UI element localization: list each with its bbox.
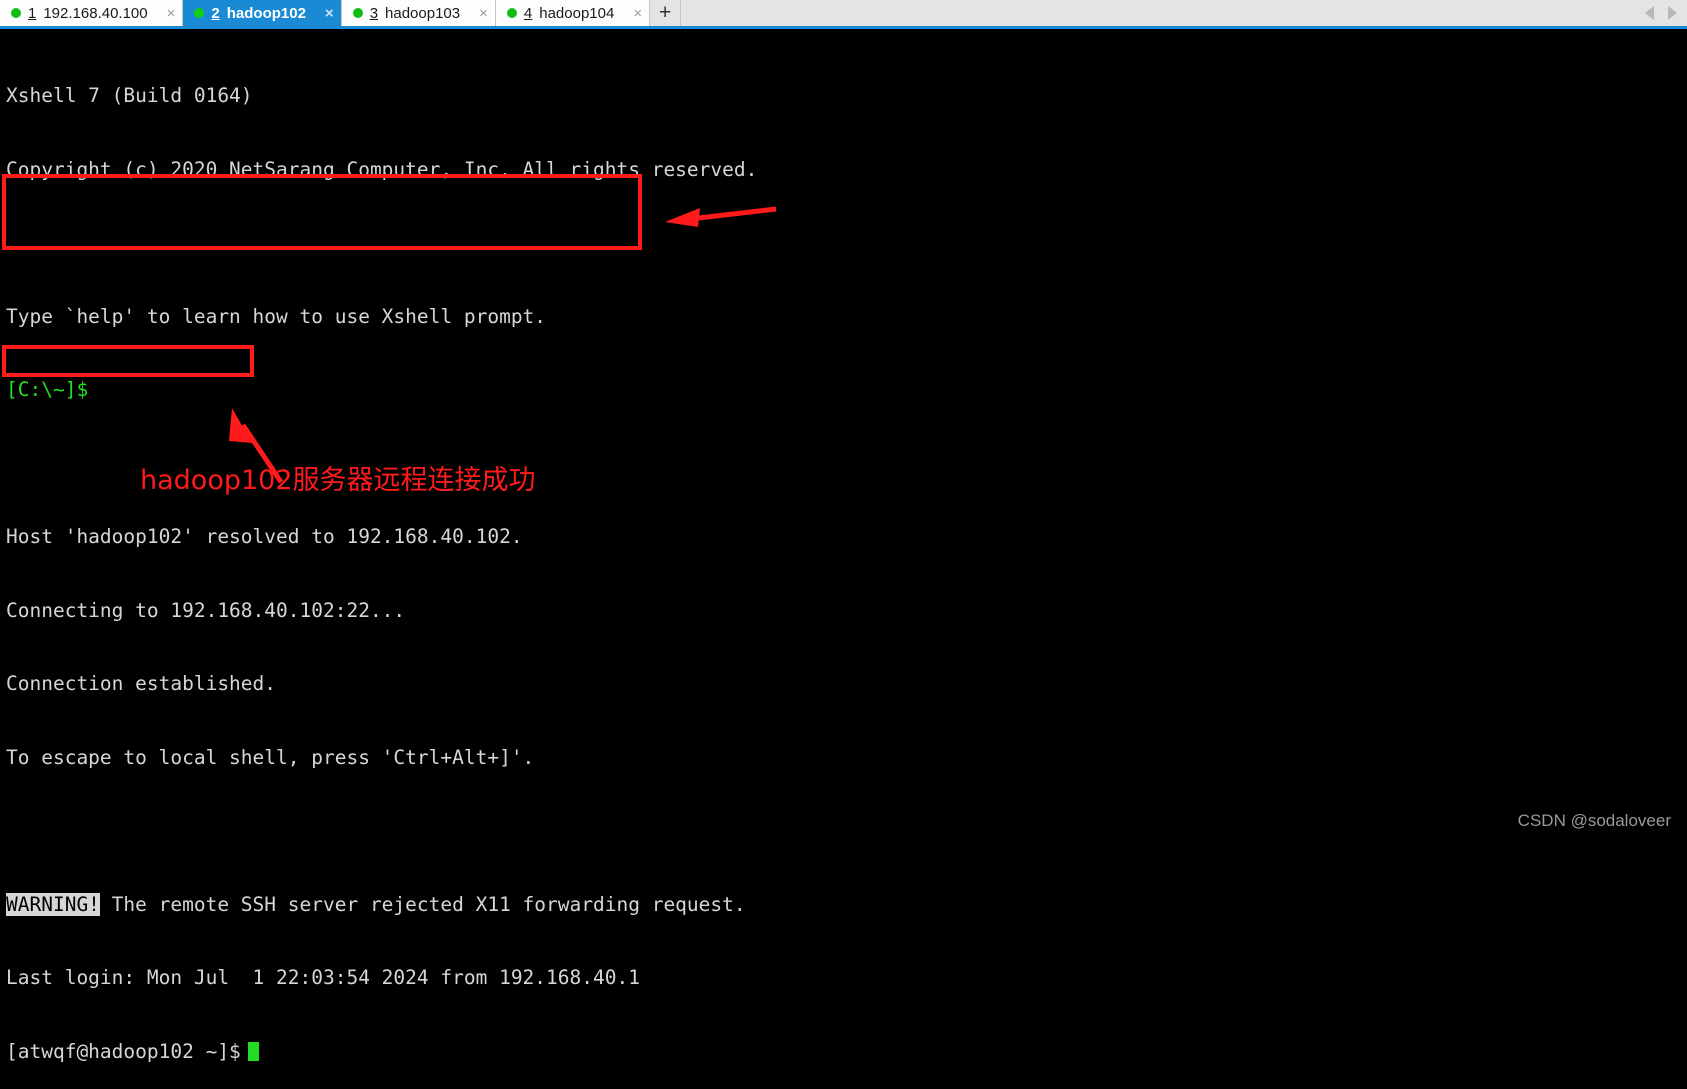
- tab-bar: 1 192.168.40.100 × 2 hadoop102 × 3 hadoo…: [0, 0, 1687, 29]
- tab-192-168-40-100[interactable]: 1 192.168.40.100 ×: [0, 0, 184, 26]
- tab-label: hadoop103: [385, 4, 461, 22]
- tab-index: 1: [28, 4, 37, 22]
- tab-label: 192.168.40.100: [43, 4, 148, 22]
- close-icon[interactable]: ×: [313, 6, 334, 21]
- terminal-line-warning: WARNING! The remote SSH server rejected …: [6, 892, 1687, 918]
- terminal-output[interactable]: Xshell 7 (Build 0164) Copyright (c) 2020…: [0, 29, 1687, 1063]
- terminal-line-established: Connection established.: [6, 672, 277, 695]
- tab-index: 2: [211, 4, 220, 22]
- tab-index: 4: [523, 4, 533, 22]
- terminal-shell-prompt-line: [atwqf@hadoop102 ~]$: [6, 1040, 1687, 1065]
- terminal-line-copyright: Copyright (c) 2020 NetSarang Computer, I…: [6, 157, 758, 181]
- tab-status-dot-icon: [352, 8, 363, 18]
- tab-hadoop102[interactable]: 2 hadoop102 ×: [183, 0, 342, 26]
- terminal-local-prompt: [C:\~]$: [6, 378, 89, 401]
- chevron-left-icon[interactable]: [1645, 6, 1654, 20]
- tab-status-dot-icon: [11, 8, 21, 18]
- terminal-line-escape-hint: To escape to local shell, press 'Ctrl+Al…: [6, 745, 535, 769]
- tab-hadoop103[interactable]: 3 hadoop103 ×: [341, 0, 496, 26]
- tab-label: hadoop104: [539, 4, 615, 22]
- text-cursor: [247, 1041, 259, 1061]
- warning-message: The remote SSH server rejected X11 forwa…: [99, 892, 746, 916]
- terminal-line-last-login: Last login: Mon Jul 1 22:03:54 2024 from…: [6, 966, 640, 989]
- terminal-line-help: Type `help' to learn how to use Xshell p…: [6, 304, 547, 328]
- shell-prompt: [atwqf@hadoop102 ~]$: [6, 1039, 241, 1063]
- tab-status-dot-icon: [506, 8, 517, 18]
- close-icon[interactable]: ×: [467, 6, 488, 21]
- annotation-note: hadoop102服务器远程连接成功: [140, 465, 536, 496]
- tab-status-dot-icon: [194, 8, 205, 18]
- tab-hadoop104[interactable]: 4 hadoop104 ×: [495, 0, 651, 26]
- tab-bar-spacer: [681, 0, 1645, 26]
- terminal-line-banner: Xshell 7 (Build 0164): [6, 84, 253, 107]
- close-icon[interactable]: ×: [155, 6, 176, 21]
- new-tab-button[interactable]: +: [650, 0, 682, 26]
- close-icon[interactable]: ×: [621, 6, 642, 21]
- tab-scroll-controls: [1645, 0, 1687, 26]
- watermark: CSDN @sodaloveer: [1517, 811, 1671, 830]
- tab-label: hadoop102: [226, 4, 306, 22]
- terminal-line-host-resolved: Host 'hadoop102' resolved to 192.168.40.…: [6, 525, 523, 548]
- warning-badge: WARNING!: [6, 892, 100, 916]
- tab-index: 3: [369, 4, 379, 22]
- chevron-right-icon[interactable]: [1668, 6, 1677, 20]
- terminal-line-connecting: Connecting to 192.168.40.102:22...: [6, 598, 406, 622]
